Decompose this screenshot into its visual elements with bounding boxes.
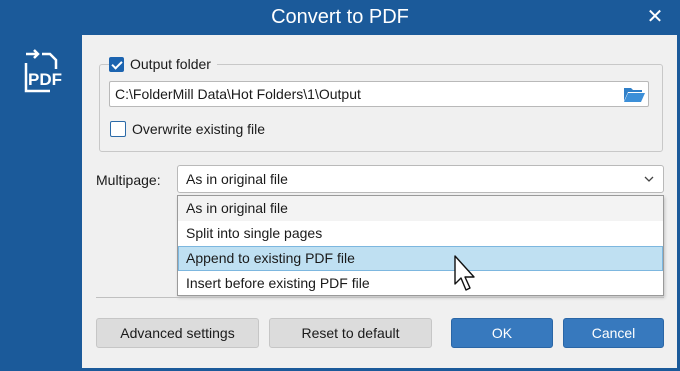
output-folder-checkbox[interactable]: [109, 56, 124, 72]
folder-open-icon[interactable]: [622, 83, 646, 105]
title-bar: Convert to PDF ✕: [0, 0, 680, 35]
ok-button[interactable]: OK: [451, 318, 553, 348]
window-title: Convert to PDF: [271, 6, 409, 28]
close-icon: ✕: [646, 6, 664, 28]
multipage-dropdown-list: As in original file Split into single pa…: [177, 195, 664, 296]
overwrite-label: Overwrite existing file: [132, 121, 266, 137]
dropdown-option-as-in-original[interactable]: As in original file: [178, 196, 663, 221]
dropdown-option-insert-before[interactable]: Insert before existing PDF file: [178, 271, 663, 296]
chevron-down-icon: [644, 176, 654, 182]
multipage-selected-value: As in original file: [186, 171, 288, 187]
output-folder-toggle[interactable]: Output folder: [109, 53, 217, 75]
output-folder-path-input[interactable]: C:\FolderMill Data\Hot Folders\1\Output: [109, 81, 649, 107]
output-folder-group: [99, 64, 663, 152]
advanced-settings-button[interactable]: Advanced settings: [96, 318, 259, 348]
mouse-cursor-icon: [454, 255, 475, 291]
overwrite-option[interactable]: Overwrite existing file: [110, 121, 265, 137]
dropdown-option-append[interactable]: Append to existing PDF file: [178, 246, 663, 271]
separator: [96, 297, 664, 298]
side-panel: PDF: [0, 35, 82, 371]
pdf-icon-text: PDF: [28, 70, 62, 89]
reset-to-default-button[interactable]: Reset to default: [269, 318, 432, 348]
dialog-content: Output folder C:\FolderMill Data\Hot Fol…: [82, 35, 677, 368]
overwrite-checkbox[interactable]: [110, 121, 126, 137]
multipage-select[interactable]: As in original file: [177, 165, 664, 193]
convert-to-pdf-icon: PDF: [24, 49, 62, 93]
output-folder-label: Output folder: [130, 56, 211, 72]
multipage-label: Multipage:: [96, 172, 161, 188]
dropdown-option-split[interactable]: Split into single pages: [178, 221, 663, 246]
cancel-button[interactable]: Cancel: [563, 318, 664, 348]
close-button[interactable]: ✕: [644, 6, 666, 28]
